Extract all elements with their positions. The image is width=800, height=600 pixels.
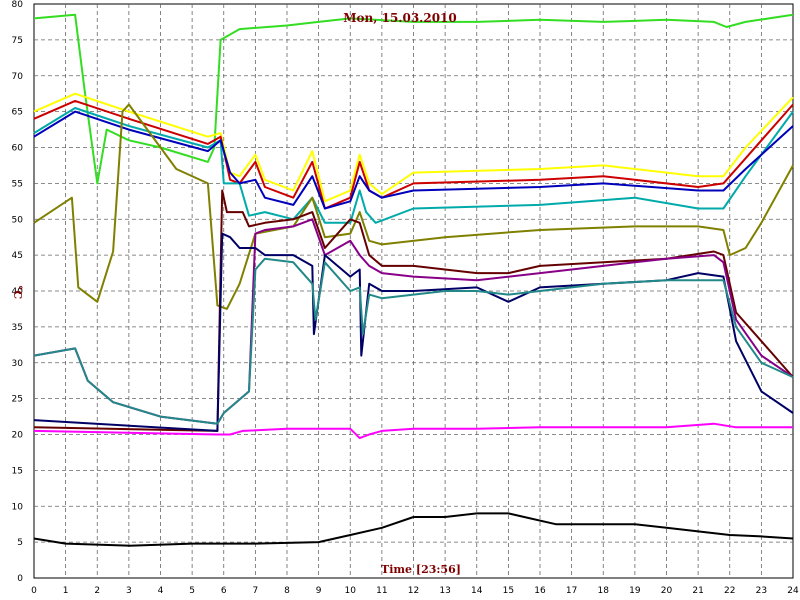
x-tick-label: 20 bbox=[661, 586, 673, 596]
x-tick-label: 22 bbox=[724, 586, 735, 596]
x-tick-label: 5 bbox=[189, 586, 195, 596]
y-tick-label: 50 bbox=[12, 215, 24, 225]
x-tick-label: 3 bbox=[126, 586, 132, 596]
x-tick-label: 4 bbox=[158, 586, 164, 596]
x-axis-label: Time [23:56] bbox=[381, 563, 461, 576]
y-tick-label: 60 bbox=[12, 144, 24, 154]
x-tick-label: 6 bbox=[221, 586, 227, 596]
y-tick-label: 75 bbox=[12, 36, 23, 46]
x-tick-label: 19 bbox=[629, 586, 641, 596]
x-tick-label: 10 bbox=[345, 586, 357, 596]
y-tick-label: 5 bbox=[17, 538, 23, 548]
y-tick-label: 80 bbox=[12, 0, 24, 10]
x-tick-label: 12 bbox=[408, 586, 419, 596]
x-tick-label: 24 bbox=[787, 586, 799, 596]
y-tick-label: 35 bbox=[12, 323, 23, 333]
y-tick-label: 65 bbox=[12, 108, 23, 118]
y-tick-label: 55 bbox=[12, 179, 23, 189]
x-tick-label: 14 bbox=[471, 586, 483, 596]
x-tick-label: 17 bbox=[566, 586, 577, 596]
y-tick-label: 20 bbox=[12, 431, 24, 441]
x-tick-label: 7 bbox=[253, 586, 259, 596]
chart-title: Mon, 15.03.2010 bbox=[343, 11, 457, 25]
x-tick-label: 21 bbox=[692, 586, 703, 596]
y-tick-label: 70 bbox=[12, 72, 24, 82]
y-tick-label: 30 bbox=[12, 359, 24, 369]
x-tick-label: 15 bbox=[503, 586, 514, 596]
temperature-chart: 0 1 2 3 4 5 6 7 8 9 10 11 12 13 14 15 16 17 18 19 20 21 22 23 24… bbox=[11, 0, 799, 596]
y-tick-label: 15 bbox=[12, 466, 23, 476]
x-tick-label: 9 bbox=[316, 586, 322, 596]
x-tick-label: 8 bbox=[284, 586, 290, 596]
x-tick-label: 2 bbox=[94, 586, 100, 596]
y-tick-label: 45 bbox=[12, 251, 23, 261]
x-tick-label: 16 bbox=[534, 586, 546, 596]
x-tick-label: 1 bbox=[63, 586, 69, 596]
x-tick-label: 23 bbox=[756, 586, 767, 596]
y-tick-label: 25 bbox=[12, 395, 23, 405]
x-tick-label: 11 bbox=[376, 586, 387, 596]
x-tick-label: 13 bbox=[439, 586, 450, 596]
x-tick-label: 18 bbox=[598, 586, 610, 596]
y-tick-label: 0 bbox=[17, 574, 23, 584]
x-tick-label: 0 bbox=[31, 586, 37, 596]
y-axis-label: °C bbox=[11, 285, 24, 300]
x-tick-labels: 0 1 2 3 4 5 6 7 8 9 10 11 12 13 14 15 16 17 18 19 20 21 22 23 24 bbox=[31, 586, 799, 596]
y-tick-label: 10 bbox=[12, 502, 24, 512]
